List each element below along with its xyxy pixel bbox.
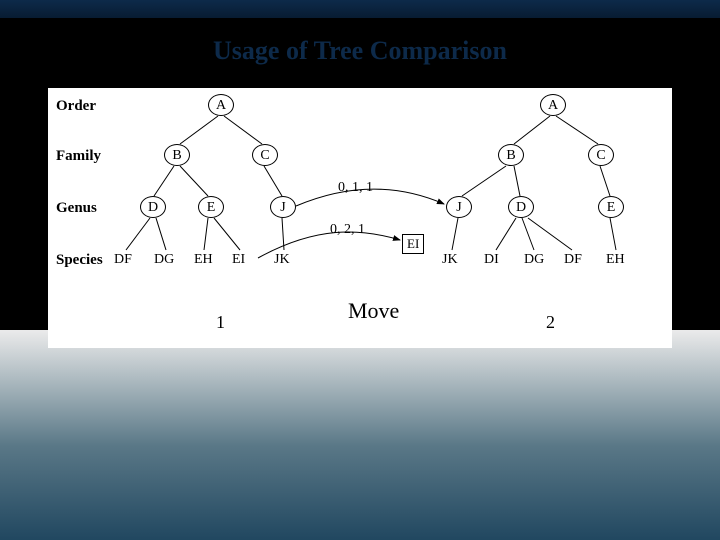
t2-leaf-3: DF <box>564 252 582 268</box>
t1-node-B: B <box>164 144 190 166</box>
t2-leaf-2: DG <box>524 252 544 268</box>
row-label-genus: Genus <box>56 200 97 217</box>
t1-leaf-1: DG <box>154 252 174 268</box>
t2-node-C: C <box>588 144 614 166</box>
t2-node-A: A <box>540 94 566 116</box>
arrow-label-1: 0, 1, 1 <box>338 180 373 196</box>
arrow-label-2: 0, 2, 1 <box>330 222 365 238</box>
t2-leaf-0: JK <box>442 252 458 268</box>
tree2-label: 2 <box>546 312 555 333</box>
operation-label: Move <box>348 298 399 324</box>
row-label-order: Order <box>56 98 96 115</box>
t1-leaf-2: EH <box>194 252 213 268</box>
t2-leaf-4: EH <box>606 252 625 268</box>
t1-node-E: E <box>198 196 224 218</box>
t2-leaf-1: DI <box>484 252 499 268</box>
t1-node-J: J <box>270 196 296 218</box>
t1-node-C: C <box>252 144 278 166</box>
diagram-panel: Order Family Genus Species A B C D E J D… <box>48 88 672 348</box>
t2-node-B: B <box>498 144 524 166</box>
window-top-stripe <box>0 0 720 18</box>
background-gradient <box>0 330 720 540</box>
tree1-label: 1 <box>216 312 225 333</box>
slide-title: Usage of Tree Comparison <box>0 36 720 66</box>
t2-node-E: E <box>598 196 624 218</box>
t2-floating-ei: EI <box>402 234 424 254</box>
row-label-family: Family <box>56 148 101 165</box>
t1-node-D: D <box>140 196 166 218</box>
t1-leaf-4: JK <box>274 252 290 268</box>
t1-leaf-0: DF <box>114 252 132 268</box>
t2-node-D: D <box>508 196 534 218</box>
t1-leaf-3: EI <box>232 252 245 268</box>
row-label-species: Species <box>56 252 103 269</box>
t2-node-J: J <box>446 196 472 218</box>
t1-node-A: A <box>208 94 234 116</box>
